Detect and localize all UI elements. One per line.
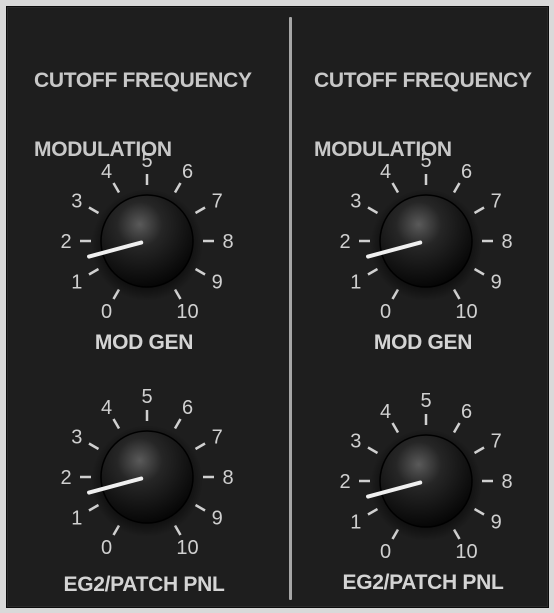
scale-tick — [452, 422, 461, 434]
scale-number: 4 — [380, 161, 391, 183]
knob-body[interactable] — [379, 194, 473, 288]
scale-number: 0 — [101, 537, 112, 559]
section-title-right-line1: CUTOFF FREQUENCY — [314, 69, 532, 92]
scale-number: 8 — [222, 467, 233, 489]
scale-tick — [88, 206, 100, 215]
scale-number: 0 — [101, 301, 112, 323]
scale-tick — [173, 418, 182, 430]
section-title-left-line1: CUTOFF FREQUENCY — [34, 69, 252, 92]
scale-tick — [452, 182, 461, 194]
scale-number: 0 — [380, 301, 391, 323]
scale-number: 1 — [71, 272, 82, 294]
eg2-patch-pnl-label-left: EG2/PATCH PNL — [63, 573, 225, 596]
scale-number: 4 — [101, 397, 112, 419]
scale-tick — [367, 446, 379, 455]
scale-number: 3 — [71, 191, 82, 213]
scale-number: 7 — [491, 431, 502, 453]
mod-gen-knob-left[interactable]: 0 1 2 3 4 5 6 7 8 9 10 — [44, 141, 244, 341]
scale-number: 1 — [350, 512, 361, 534]
scale-number: 2 — [339, 231, 350, 253]
knob-body[interactable] — [100, 430, 194, 524]
mod-gen-knob-right[interactable]: 0 1 2 3 4 5 6 7 8 9 10 — [323, 141, 523, 341]
scale-number: 4 — [101, 161, 112, 183]
mod-gen-label-left: MOD GEN — [94, 331, 194, 354]
scale-number: 0 — [380, 541, 391, 563]
eg2-patch-pnl-knob-right[interactable]: 0 1 2 3 4 5 6 7 8 9 10 — [323, 381, 523, 581]
scale-number: 9 — [491, 272, 502, 294]
scale-number: 9 — [212, 272, 223, 294]
scale-number: 7 — [212, 427, 223, 449]
scale-number: 6 — [182, 161, 193, 183]
scale-number: 8 — [501, 231, 512, 253]
scale-tick — [391, 182, 400, 194]
mod-gen-label-right: MOD GEN — [373, 331, 473, 354]
scale-number: 3 — [350, 191, 361, 213]
scale-tick — [391, 422, 400, 434]
scale-tick — [194, 206, 206, 215]
scale-number: 9 — [212, 508, 223, 530]
scale-number: 5 — [141, 386, 152, 408]
scale-number: 2 — [60, 231, 71, 253]
synth-panel: CUTOFF FREQUENCY MODULATION CUTOFF FREQU… — [6, 6, 549, 608]
eg2-patch-pnl-label-right: EG2/PATCH PNL — [342, 571, 504, 594]
scale-number: 5 — [420, 150, 431, 172]
knob-body[interactable] — [100, 194, 194, 288]
knob-dial[interactable]: 01234 5 67 8 9 10 — [323, 381, 523, 581]
scale-tick — [112, 418, 121, 430]
scale-number: 5 — [141, 150, 152, 172]
scale-tick — [473, 446, 485, 455]
scale-number: 6 — [461, 161, 472, 183]
scale-number: 7 — [212, 191, 223, 213]
eg2-patch-pnl-knob-left[interactable]: 0 1 2 3 4 5 6 7 8 9 10 — [44, 377, 244, 577]
knob-dial[interactable]: 01234 5 67 8 9 10 — [44, 141, 244, 341]
scale-tick — [367, 206, 379, 215]
scale-number: 10 — [455, 541, 477, 563]
scale-tick — [112, 182, 121, 194]
scale-number: 4 — [380, 401, 391, 423]
scale-number: 2 — [60, 467, 71, 489]
scale-number: 9 — [491, 512, 502, 534]
knob-dial[interactable]: 01234 5 67 8 9 10 — [323, 141, 523, 341]
scale-number: 6 — [182, 397, 193, 419]
scale-number: 6 — [461, 401, 472, 423]
scale-number: 7 — [491, 191, 502, 213]
scale-number: 1 — [71, 508, 82, 530]
scale-number: 3 — [71, 427, 82, 449]
scale-tick — [473, 206, 485, 215]
scale-number: 3 — [350, 431, 361, 453]
knob-body[interactable] — [379, 434, 473, 528]
scale-number: 10 — [455, 301, 477, 323]
scale-number: 5 — [420, 390, 431, 412]
scale-tick — [88, 442, 100, 451]
scale-number: 10 — [176, 301, 198, 323]
scale-number: 10 — [176, 537, 198, 559]
section-divider — [289, 17, 292, 600]
scale-number: 1 — [350, 272, 361, 294]
scale-number: 2 — [339, 471, 350, 493]
scale-number: 8 — [501, 471, 512, 493]
knob-dial[interactable]: 01234 5 67 8 9 10 — [44, 377, 244, 577]
scale-tick — [173, 182, 182, 194]
scale-number: 8 — [222, 231, 233, 253]
scale-tick — [194, 442, 206, 451]
